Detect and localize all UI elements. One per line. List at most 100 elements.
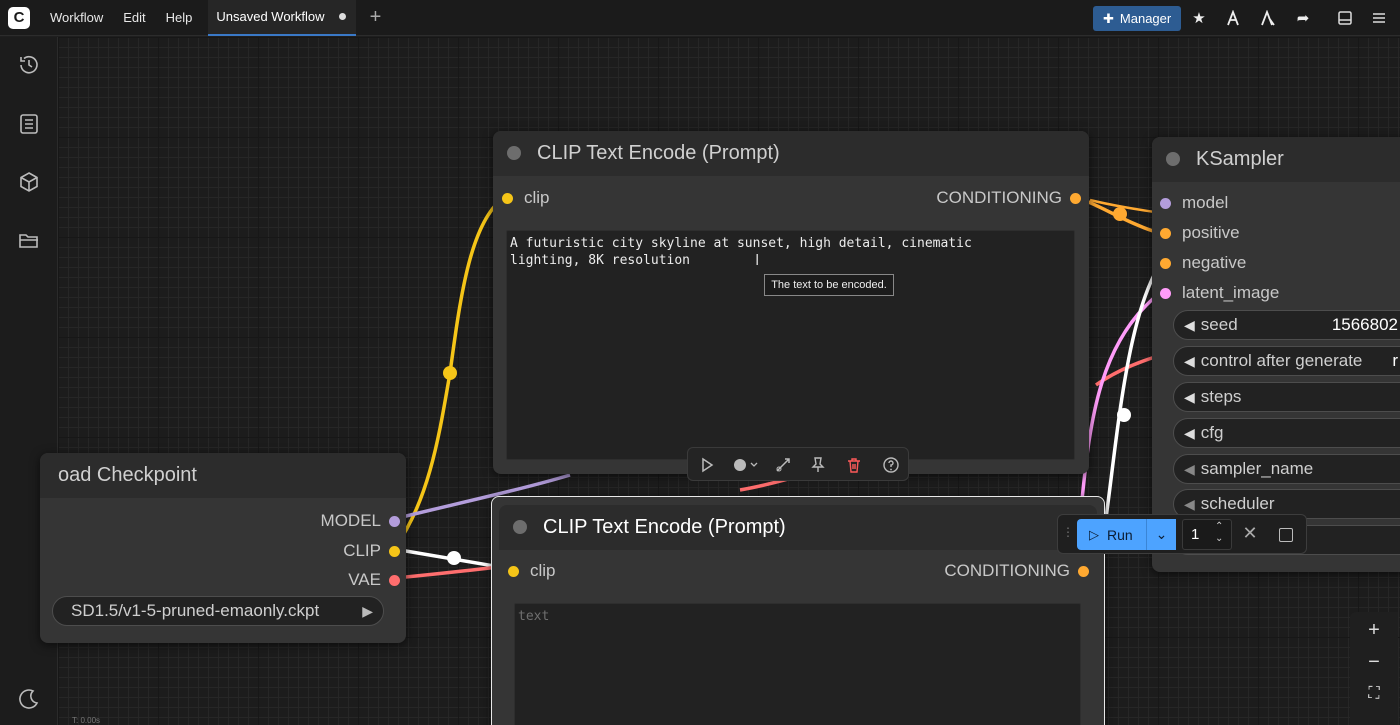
decrement-arrow-icon[interactable]: ◀ xyxy=(1184,389,1195,406)
share-icon[interactable]: ➦ xyxy=(1290,6,1316,31)
queue-icon[interactable] xyxy=(17,112,41,136)
zoom-in-icon[interactable]: + xyxy=(1364,620,1384,640)
run-mode-dropdown[interactable]: ⌄ xyxy=(1146,519,1176,550)
slot-dot[interactable] xyxy=(389,574,400,586)
more-icon[interactable] xyxy=(1366,6,1392,31)
node-clip-text-encode-positive[interactable]: CLIP Text Encode (Prompt) clip CONDITION… xyxy=(493,131,1089,474)
widget-control-after-generate[interactable]: ◀ control after generate r xyxy=(1173,346,1400,376)
input-positive[interactable]: positive xyxy=(1160,223,1240,243)
widget-sampler-name[interactable]: ◀ sampler_name xyxy=(1173,454,1400,484)
input-label: model xyxy=(1182,193,1229,212)
stop-icon[interactable] xyxy=(1279,528,1293,542)
output-label: CONDITIONING xyxy=(936,188,1062,207)
play-arrow-icon[interactable]: ▶ xyxy=(362,603,373,620)
widget-cfg[interactable]: ◀ cfg xyxy=(1173,418,1400,448)
decrement-arrow-icon[interactable]: ◀ xyxy=(1184,317,1195,334)
node-title-ksampler[interactable]: KSampler xyxy=(1152,137,1400,182)
comfy-logo-icon[interactable]: C xyxy=(8,6,30,29)
widget-steps[interactable]: ◀ steps xyxy=(1173,382,1400,412)
output-label: VAE xyxy=(348,570,381,589)
widget-label: steps xyxy=(1200,387,1242,406)
pin-icon[interactable] xyxy=(809,456,827,474)
theme-toggle-icon[interactable] xyxy=(17,687,41,711)
widget-value: 1566802 xyxy=(1331,315,1398,334)
collapse-dot-icon[interactable] xyxy=(507,146,521,160)
input-clip[interactable]: clip xyxy=(502,188,550,208)
folder-icon[interactable] xyxy=(17,229,41,253)
slot-dot[interactable] xyxy=(389,515,400,527)
node-title-load-checkpoint[interactable]: oad Checkpoint xyxy=(40,453,406,498)
zoom-out-icon[interactable]: − xyxy=(1364,652,1384,672)
node-load-checkpoint[interactable]: oad Checkpoint MODEL CLIP VAE SD1.5/v1-5… xyxy=(40,453,406,643)
bypass-icon[interactable] xyxy=(774,456,792,474)
slot-dot[interactable] xyxy=(1070,192,1081,204)
drag-handle-icon[interactable]: ⋮ xyxy=(1062,525,1074,539)
ckpt-name-combo[interactable]: SD1.5/v1-5-pruned-emaonly.ckpt ▶ xyxy=(52,596,384,626)
slot-dot[interactable] xyxy=(389,545,400,557)
node-clip-text-encode-negative[interactable]: CLIP Text Encode (Prompt) clip CONDITION… xyxy=(491,496,1105,725)
decrement-arrow-icon[interactable]: ◀ xyxy=(1184,353,1195,370)
tooltip: The text to be encoded. xyxy=(764,274,894,296)
unsaved-dot-icon xyxy=(338,13,346,20)
cancel-icon[interactable]: ✕ xyxy=(1241,523,1259,547)
tab-unsaved-workflow[interactable]: Unsaved Workflow xyxy=(208,0,356,36)
slot-dot[interactable] xyxy=(1160,257,1171,269)
ckpt-name-value: SD1.5/v1-5-pruned-emaonly.ckpt xyxy=(71,601,320,620)
output-model[interactable]: MODEL xyxy=(321,511,400,531)
model-library-icon[interactable] xyxy=(1255,6,1281,31)
input-latent-image[interactable]: latent_image xyxy=(1160,283,1279,303)
input-model[interactable]: model xyxy=(1160,193,1228,213)
node-library-icon[interactable] xyxy=(1220,6,1246,31)
widget-value: r xyxy=(1392,351,1398,370)
help-icon[interactable] xyxy=(882,456,900,474)
fit-view-icon[interactable]: ⛶ xyxy=(1364,684,1384,704)
output-label: MODEL xyxy=(320,511,381,530)
node-ksampler[interactable]: KSampler model positive negative latent_… xyxy=(1152,137,1400,572)
zoom-controls: + − ⛶ xyxy=(1350,612,1398,725)
slot-dot[interactable] xyxy=(1160,227,1171,239)
history-icon[interactable] xyxy=(17,53,41,77)
manager-button[interactable]: ✚ Manager xyxy=(1093,6,1181,31)
menu-workflow[interactable]: Workflow xyxy=(40,0,113,36)
color-picker-icon[interactable] xyxy=(732,456,760,474)
output-conditioning[interactable]: CONDITIONING xyxy=(944,561,1089,581)
add-tab-button[interactable]: + xyxy=(366,7,386,28)
prompt-textarea[interactable]: A futuristic city skyline at sunset, hig… xyxy=(506,230,1075,460)
batch-count-input[interactable]: 1 xyxy=(1182,519,1232,550)
star-icon[interactable]: ★ xyxy=(1186,6,1212,31)
slot-dot[interactable] xyxy=(1160,197,1171,209)
output-label: CONDITIONING xyxy=(944,561,1070,580)
batch-count-stepper[interactable]: ⌃ ⌄ xyxy=(1215,521,1223,545)
input-clip[interactable]: clip xyxy=(508,561,556,581)
widget-label: sampler_name xyxy=(1200,459,1314,478)
delete-icon[interactable] xyxy=(845,456,863,474)
decrement-arrow-icon[interactable]: ◀ xyxy=(1184,496,1195,513)
widget-seed[interactable]: ◀ seed 1566802 xyxy=(1173,310,1400,340)
menu-help[interactable]: Help xyxy=(156,0,203,36)
collapse-dot-icon[interactable] xyxy=(1166,152,1180,166)
layout-icon[interactable] xyxy=(1332,6,1358,31)
input-label: negative xyxy=(1182,253,1247,272)
output-vae[interactable]: VAE xyxy=(348,570,400,590)
decrement-arrow-icon[interactable]: ◀ xyxy=(1184,425,1195,442)
queue-run-bar: ⋮ ▷ Run ⌄ 1 ⌃ ⌄ ✕ xyxy=(1057,514,1307,554)
execute-icon[interactable] xyxy=(698,456,716,474)
node-selection-toolbar xyxy=(687,447,909,481)
prompt-textarea-empty[interactable]: text xyxy=(514,603,1081,725)
node-title-clip-positive[interactable]: CLIP Text Encode (Prompt) xyxy=(493,131,1089,176)
output-conditioning[interactable]: CONDITIONING xyxy=(936,188,1081,208)
slot-dot[interactable] xyxy=(1160,287,1171,299)
node-title-clip-negative[interactable]: CLIP Text Encode (Prompt) xyxy=(499,505,1097,550)
output-clip[interactable]: CLIP xyxy=(343,541,400,561)
cube-icon[interactable] xyxy=(17,170,41,194)
menu-edit[interactable]: Edit xyxy=(113,0,155,36)
widget-label: cfg xyxy=(1200,423,1224,442)
slot-dot[interactable] xyxy=(1078,565,1089,577)
input-negative[interactable]: negative xyxy=(1160,253,1246,273)
collapse-dot-icon[interactable] xyxy=(513,520,527,534)
node-title-text: oad Checkpoint xyxy=(58,464,197,486)
decrement-arrow-icon[interactable]: ◀ xyxy=(1184,461,1195,478)
slot-dot[interactable] xyxy=(508,565,519,577)
slot-dot[interactable] xyxy=(502,192,513,204)
node-title-text: KSampler xyxy=(1196,148,1284,170)
